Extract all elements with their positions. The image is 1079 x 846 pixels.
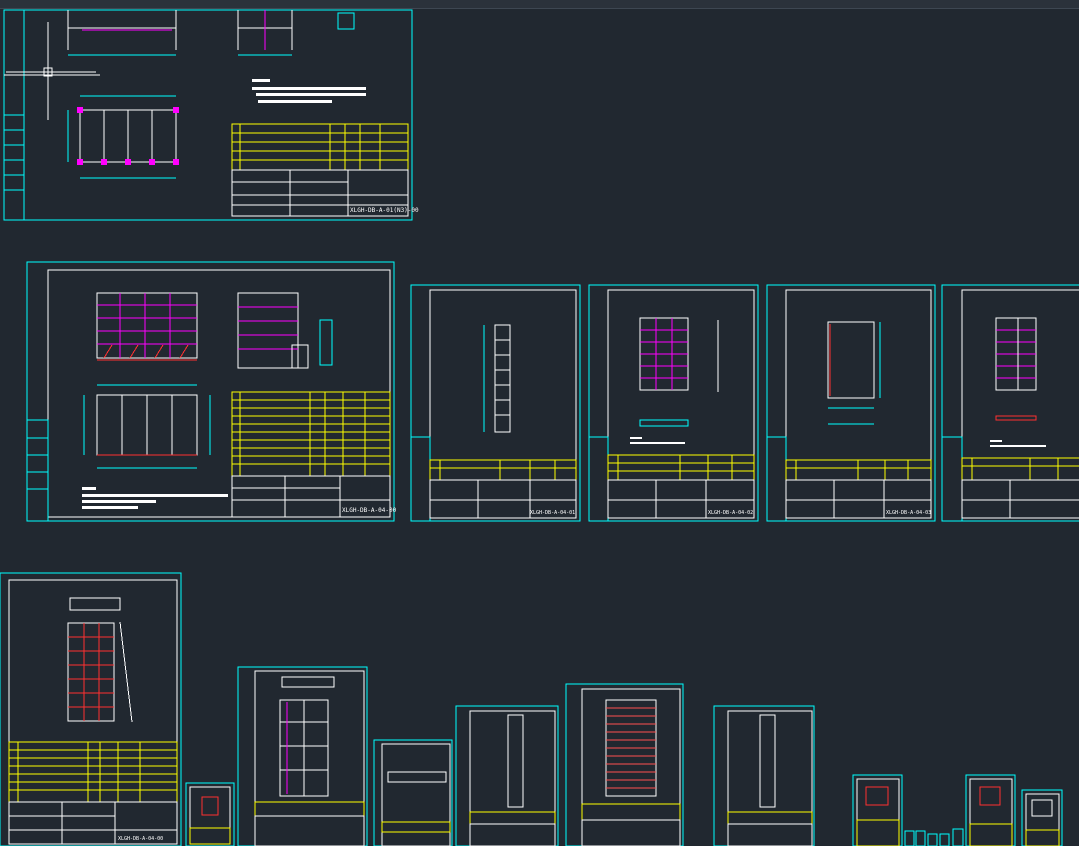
drawing-sheet-frame-bottom-mini-3[interactable] [965, 774, 1016, 846]
drawing-number-label: XLGH-DB-A-04-00 [342, 507, 397, 514]
drawing-sheet-frame-bottom-2[interactable] [237, 666, 368, 846]
drawing-sheet-frame-bottom-mini-4[interactable] [1021, 789, 1063, 846]
drawing-sheet-frame-bottom-tiny-cluster[interactable] [904, 828, 964, 846]
drawing-sheet-frame-bottom-mini-2[interactable] [852, 774, 903, 846]
drawing-sheet-frame-small-1[interactable]: XLGH-DB-A-04-01 [410, 284, 581, 522]
drawing-sheet-frame-small-4[interactable] [941, 284, 1079, 522]
drawing-sheet-frame-small-3[interactable]: XLGH-DB-A-04-03 [766, 284, 936, 522]
drawing-sheet-frame-bottom-5[interactable] [565, 683, 684, 846]
drawing-sheet-frame-mid[interactable]: XLGH-DB-A-04-00 [26, 261, 397, 522]
drawing-sheet-frame-bottom-3[interactable] [373, 739, 453, 846]
drawing-number-label: XLGH-DB-A-04-02 [708, 510, 753, 516]
drawing-number-label: XLGH-DB-A-04-00 [118, 836, 163, 842]
drawing-sheet-frame-top[interactable]: XLGH-DB-A-01(N3)-00 [3, 9, 419, 221]
drawing-number-label: XLGH-DB-A-04-01 [530, 510, 575, 516]
drawing-sheet-frame-bottom-mini-1[interactable] [185, 782, 235, 846]
drawing-number-label: XLGH-DB-A-04-03 [886, 510, 931, 516]
drawing-sheet-frame-bottom-4[interactable] [455, 705, 559, 846]
cad-model-space-canvas[interactable]: XLGH-DB-A-01(N3)-00 XLGH-DB-A-04-00 XLGH… [0, 8, 1079, 846]
drawing-sheet-frame-bottom-left[interactable]: XLGH-DB-A-04-00 [0, 572, 182, 846]
drawing-number-label: XLGH-DB-A-01(N3)-00 [350, 207, 419, 214]
crosshair-icon [6, 22, 96, 120]
drawing-sheet-frame-small-2[interactable]: XLGH-DB-A-04-02 [588, 284, 759, 522]
drawing-sheet-frame-bottom-6[interactable] [713, 705, 815, 846]
